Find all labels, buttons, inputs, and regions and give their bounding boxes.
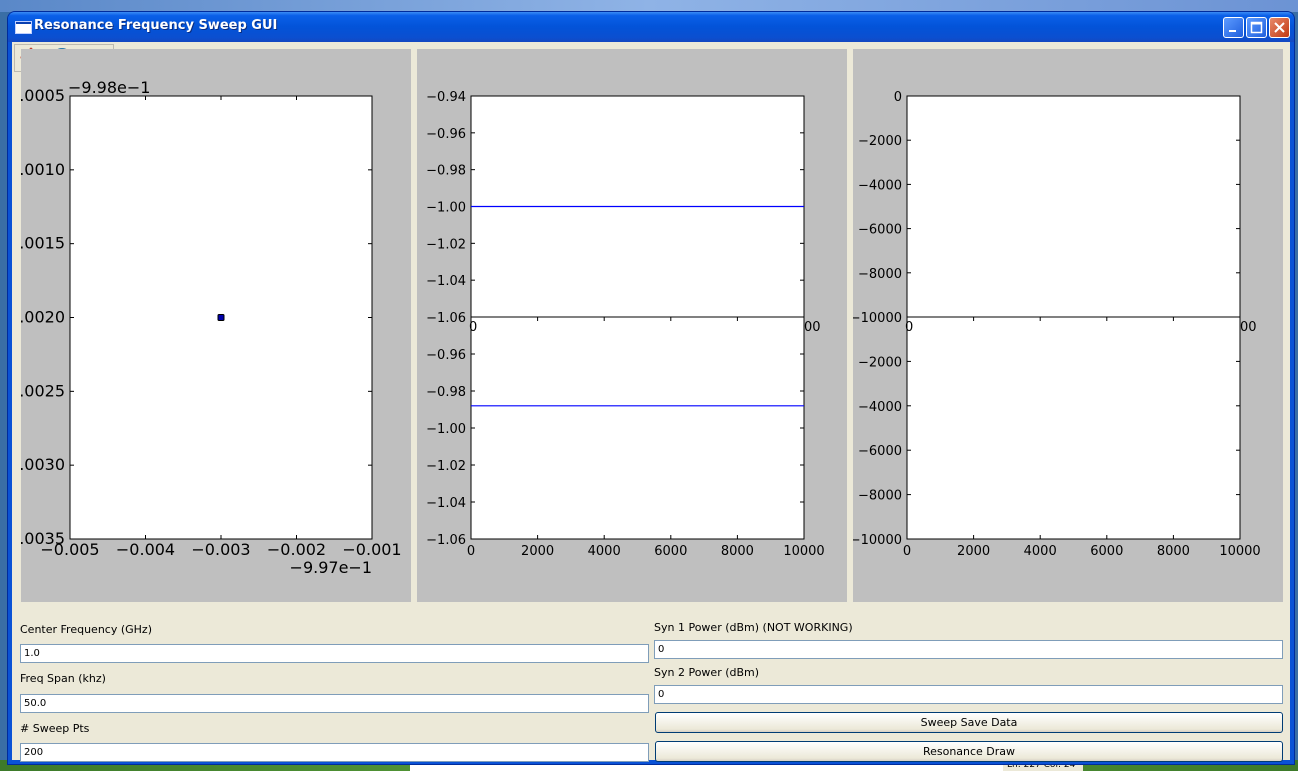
phase-bottom-ytick-label: −8000: [858, 489, 902, 504]
syn1-power-input[interactable]: 0: [654, 640, 1283, 659]
minimize-icon: [1229, 30, 1236, 32]
phase-bottom-xtick-label: 6000: [1090, 544, 1123, 559]
amp-bottom-xtick-label: 8000: [721, 544, 754, 559]
freq-span-input[interactable]: 50.0: [20, 694, 649, 713]
phase-top-ytick-label: 0: [894, 90, 902, 105]
amp-top-ytick-label: −1.06: [426, 311, 466, 326]
phase-top-xtick-fragment-right: 00: [1240, 320, 1257, 335]
amplitude-plot-panel: −0.94 −0.96 −0.98 −1.00 −1.02 −1.04 −1.06 −0.96…: [417, 49, 847, 602]
amp-bottom-ytick-label: −0.96: [426, 348, 466, 363]
phase-top-ytick-label: −2000: [858, 134, 902, 149]
phase-top-ytick-label: −8000: [858, 267, 902, 282]
amp-bottom-xtick-label: 4000: [588, 544, 621, 559]
desktop-background: [0, 0, 1298, 12]
amp-bottom-ytick-label: −1.04: [426, 496, 466, 511]
amp-bottom-xtick-label: 0: [467, 544, 475, 559]
syn1-power-label: Syn 1 Power (dBm) (NOT WORKING): [654, 621, 853, 634]
iq-xtick-label: −0.002: [267, 540, 326, 559]
amp-top-ytick-label: −0.96: [426, 127, 466, 142]
amp-bottom-xtick-label: 2000: [521, 544, 554, 559]
iq-ytick-label: .0010: [21, 160, 65, 179]
phase-plot: 0 −2000 −4000 −6000 −8000 −10000 −2000 −4000 −60…: [853, 90, 1261, 559]
close-icon: [1274, 22, 1285, 33]
phase-bottom-ytick-label: −10000: [853, 533, 902, 548]
iq-xtick-label: −0.003: [191, 540, 250, 559]
amp-bottom-ytick-label: −1.02: [426, 459, 466, 474]
iq-ytick-label: .0020: [21, 308, 65, 327]
main-window: Resonance Frequency Sweep GUI .0005 .001…: [8, 12, 1294, 764]
phase-bottom-axes: [906, 316, 1241, 540]
phase-top-ytick-label: −10000: [853, 311, 902, 326]
phase-top-axes: [906, 95, 1241, 318]
iq-data-point: [217, 314, 225, 321]
iq-ytick-label: .0025: [21, 381, 65, 400]
phase-bottom-xtick-label: 4000: [1024, 544, 1057, 559]
phase-top-ytick-label: −4000: [858, 178, 902, 193]
sweep-pts-label: # Sweep Pts: [20, 722, 90, 735]
maximize-icon: [1250, 21, 1263, 34]
sweep-save-data-button[interactable]: Sweep Save Data: [655, 712, 1283, 733]
iq-ytick-label: .0015: [21, 234, 65, 253]
phase-bottom-xtick-label: 8000: [1157, 544, 1190, 559]
amp-bottom-xtick-label: 10000: [783, 544, 824, 559]
phase-bottom-ytick-label: −6000: [858, 444, 902, 459]
amp-bottom-ytick-label: −1.06: [426, 533, 466, 548]
freq-span-label: Freq Span (khz): [20, 672, 106, 685]
sweep-pts-input[interactable]: 200: [20, 743, 649, 762]
phase-bottom-ytick-label: −2000: [858, 355, 902, 370]
maximize-button[interactable]: [1246, 17, 1267, 38]
window-icon: [15, 21, 32, 34]
amp-top-xtick-fragment-left: 0: [469, 320, 477, 335]
amp-top-ytick-label: −0.98: [426, 164, 466, 179]
center-frequency-label: Center Frequency (GHz): [20, 623, 152, 636]
close-button[interactable]: [1269, 17, 1290, 38]
phase-bottom-xtick-label: 10000: [1219, 544, 1260, 559]
amp-top-ytick-label: −1.04: [426, 274, 466, 289]
iq-xtick-label: −0.005: [40, 540, 99, 559]
iq-xtick-label: −0.004: [116, 540, 175, 559]
iq-x-offset: −9.97e−1: [290, 558, 372, 577]
client-area: » .0005.0010.0015.0020.0025.0030.0035−0.…: [12, 42, 1290, 762]
syn2-power-label: Syn 2 Power (dBm): [654, 666, 760, 679]
syn2-power-input[interactable]: 0: [654, 685, 1283, 704]
phase-bottom-xtick-label: 0: [903, 544, 911, 559]
iq-plot: .0005.0010.0015.0020.0025.0030.0035−0.00…: [21, 78, 402, 577]
phase-bottom-xtick-label: 2000: [957, 544, 990, 559]
amp-top-ytick-label: −0.94: [426, 90, 466, 105]
iq-plot-panel: .0005.0010.0015.0020.0025.0030.0035 −0.00…: [21, 49, 411, 602]
iq-ytick-label: .0030: [21, 455, 65, 474]
resonance-draw-button[interactable]: Resonance Draw: [655, 741, 1283, 762]
amp-top-ytick-label: −1.02: [426, 237, 466, 252]
amp-bottom-ytick-label: −1.00: [426, 422, 466, 437]
iq-ytick-label: .0005: [21, 86, 65, 105]
phase-top-xtick-fragment-left: 0: [905, 320, 913, 335]
amp-top-xtick-fragment-right: 00: [804, 320, 821, 335]
amp-bottom-xtick-label: 6000: [654, 544, 687, 559]
amplitude-plot: −0.94 −0.96 −0.98 −1.00 −1.02 −1.04 −1.06 −0.96…: [426, 90, 825, 559]
minimize-button[interactable]: [1223, 17, 1244, 38]
amp-bottom-ytick-label: −0.98: [426, 385, 466, 400]
phase-plot-panel: 0 −2000 −4000 −6000 −8000 −10000 −2000 −4000 −60…: [853, 49, 1283, 602]
iq-xtick-label: −0.001: [342, 540, 401, 559]
center-frequency-input[interactable]: 1.0: [20, 644, 649, 663]
window-title: Resonance Frequency Sweep GUI: [34, 18, 278, 33]
phase-bottom-ytick-label: −4000: [858, 400, 902, 415]
title-bar[interactable]: Resonance Frequency Sweep GUI: [8, 12, 1294, 42]
amp-top-ytick-label: −1.00: [426, 201, 466, 216]
phase-top-ytick-label: −6000: [858, 223, 902, 238]
amp-bottom-axes: [470, 316, 805, 540]
iq-y-offset: −9.98e−1: [68, 78, 150, 97]
